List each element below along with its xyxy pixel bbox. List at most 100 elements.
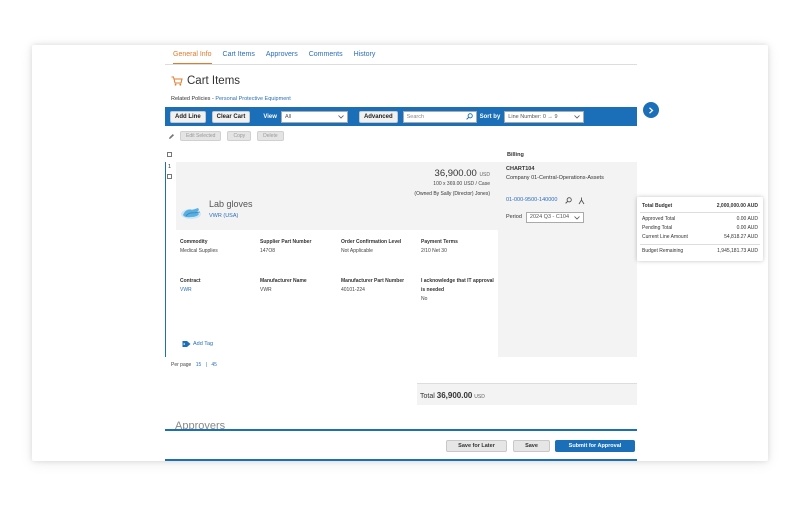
divider bbox=[640, 212, 760, 213]
page-title: Cart Items bbox=[187, 75, 241, 87]
budget-label: Current Line Amount bbox=[642, 234, 688, 240]
related-policy-link[interactable]: Personal Protective Equipment bbox=[215, 96, 291, 102]
search-input[interactable]: Search bbox=[402, 110, 477, 123]
line-checkbox[interactable] bbox=[167, 174, 172, 179]
field-label: Commodity bbox=[180, 239, 208, 245]
add-tag-button[interactable]: Add Tag bbox=[182, 340, 213, 348]
supplier-link[interactable]: VWR (USA) bbox=[209, 213, 238, 219]
submit-for-approval-button[interactable]: Submit for Approval bbox=[555, 440, 635, 452]
save-button[interactable]: Save bbox=[513, 440, 550, 452]
field-value: Medical Supplies bbox=[180, 248, 218, 254]
product-name[interactable]: Lab gloves bbox=[209, 199, 253, 209]
tab-cart-items[interactable]: Cart Items bbox=[223, 46, 255, 63]
tab-history[interactable]: History bbox=[354, 46, 376, 63]
save-for-later-button[interactable]: Save for Later bbox=[446, 440, 507, 452]
budget-label: Budget Remaining bbox=[642, 248, 684, 254]
line-item: 1 36,900.00 USD 100 x 369.00 USD / Case … bbox=[165, 162, 498, 357]
view-select[interactable]: All bbox=[280, 110, 348, 123]
search-icon[interactable] bbox=[465, 113, 473, 120]
clear-cart-button[interactable]: Clear Cart bbox=[211, 110, 251, 123]
field-label: Payment Terms bbox=[421, 239, 458, 245]
budget-current-row: Current Line Amount 54,818.27 AUD bbox=[642, 234, 758, 240]
tab-general-info[interactable]: General Info bbox=[173, 46, 212, 64]
line-actions: Edit Selected Copy Delete bbox=[168, 131, 290, 141]
related-policies-label: Related Policies - bbox=[171, 96, 214, 102]
budget-popover: Total Budget 2,000,000.00 AUD Approved T… bbox=[637, 197, 763, 261]
budget-value: 2,000,000.00 AUD bbox=[716, 203, 758, 209]
title-row: Cart Items bbox=[171, 75, 240, 87]
budget-remaining-row: Budget Remaining 1,945,181.73 AUD bbox=[642, 248, 758, 254]
gloves-icon bbox=[181, 208, 201, 219]
per-page-15[interactable]: 15 bbox=[196, 362, 202, 368]
field-commodity: Commodity Medical Supplies bbox=[180, 238, 252, 256]
tab-approvers[interactable]: Approvers bbox=[266, 46, 298, 63]
field-value: 147O8 bbox=[260, 248, 276, 254]
period-select[interactable]: 2024 Q3 - C104 bbox=[525, 212, 584, 223]
delete-button[interactable]: Delete bbox=[257, 131, 284, 141]
add-tag-label: Add Tag bbox=[193, 341, 214, 347]
budget-total-row: Total Budget 2,000,000.00 AUD bbox=[642, 203, 758, 209]
per-page-label: Per page bbox=[171, 362, 192, 368]
unit-price: 100 x 369.00 USD / Case bbox=[433, 181, 490, 187]
account-link: 01-000-9500-140000 bbox=[506, 196, 585, 205]
line-price: 36,900.00 USD bbox=[435, 168, 490, 179]
related-policies: Related Policies - Personal Protective E… bbox=[171, 96, 291, 102]
field-value: VWR bbox=[260, 287, 272, 293]
budget-approved-row: Approved Total 0.00 AUD bbox=[642, 216, 758, 222]
edit-pencil-icon bbox=[169, 133, 174, 139]
edit-selected-button[interactable]: Edit Selected bbox=[180, 131, 222, 141]
add-line-button[interactable]: Add Line bbox=[170, 110, 206, 123]
field-value: 40101-224 bbox=[341, 287, 365, 293]
cart-icon bbox=[171, 76, 183, 86]
field-label: Order Confirmation Level bbox=[341, 239, 402, 245]
per-page-separator: | bbox=[205, 362, 207, 368]
cart-toolbar: Add Line Clear Cart View All Advanced Se… bbox=[165, 107, 637, 126]
budget-label: Total Budget bbox=[642, 203, 673, 209]
budget-value: 1,945,181.73 AUD bbox=[717, 248, 758, 254]
chevron-down-icon bbox=[338, 114, 344, 119]
total-text: Total 36,900.00 USD bbox=[420, 391, 485, 400]
field-supplier-part-number: Supplier Part Number 147O8 bbox=[260, 238, 336, 256]
billing-header: Billing bbox=[507, 152, 524, 158]
field-it-approval: I acknowledge that IT approval is needed… bbox=[421, 277, 495, 304]
action-footer: Save for Later Save Submit for Approval bbox=[165, 429, 637, 461]
per-page-45[interactable]: 45 bbox=[211, 362, 217, 368]
tab-comments[interactable]: Comments bbox=[309, 46, 343, 63]
field-manufacturer-part-number: Manufacturer Part Number 40101-224 bbox=[341, 277, 407, 295]
per-page: Per page 15 | 45 bbox=[171, 362, 217, 368]
field-label: Manufacturer Part Number bbox=[341, 278, 405, 284]
field-label: Supplier Part Number bbox=[260, 239, 312, 245]
owned-by: (Owned By Sally (Director) Jones) bbox=[414, 191, 490, 197]
line-price-currency: USD bbox=[479, 172, 490, 178]
view-label: View bbox=[263, 113, 277, 120]
next-arrow-button[interactable] bbox=[643, 102, 659, 118]
sort-select[interactable]: Line Number: 0 → 9 bbox=[504, 110, 585, 123]
field-label: Contract bbox=[180, 278, 201, 284]
tab-bar: General Info Cart Items Approvers Commen… bbox=[165, 45, 637, 65]
line-price-amount: 36,900.00 bbox=[434, 168, 477, 179]
copy-button[interactable]: Copy bbox=[227, 131, 252, 141]
field-order-confirmation: Order Confirmation Level Not Applicable bbox=[341, 238, 407, 256]
advanced-button[interactable]: Advanced bbox=[358, 110, 398, 123]
budget-value: 0.00 AUD bbox=[736, 216, 758, 222]
company-name: Company 01-Central-Operations-Assets bbox=[506, 175, 604, 181]
hierarchy-icon[interactable] bbox=[578, 197, 585, 205]
field-value: No bbox=[421, 296, 428, 302]
contract-link[interactable]: VWR bbox=[180, 286, 252, 295]
search-icon[interactable] bbox=[565, 197, 573, 204]
billing-panel: CHART104 Company 01-Central-Operations-A… bbox=[498, 162, 637, 357]
total-amount: 36,900.00 bbox=[436, 391, 473, 400]
total-currency: USD bbox=[474, 394, 485, 400]
divider bbox=[640, 244, 760, 245]
search-placeholder: Search bbox=[406, 113, 425, 120]
chevron-right-icon bbox=[649, 106, 654, 114]
field-value: Not Applicable bbox=[341, 248, 373, 254]
select-all-checkbox[interactable] bbox=[167, 152, 172, 157]
cart-items-panel: General Info Cart Items Approvers Commen… bbox=[165, 45, 637, 461]
account-number-link[interactable]: 01-000-9500-140000 bbox=[506, 196, 557, 205]
sort-label: Sort by bbox=[479, 113, 501, 120]
line-number: 1 bbox=[168, 164, 172, 170]
budget-pending-row: Pending Total 0.00 AUD bbox=[642, 225, 758, 231]
field-label: I acknowledge that IT approval is needed bbox=[421, 278, 494, 293]
budget-value: 54,818.27 AUD bbox=[724, 234, 758, 240]
